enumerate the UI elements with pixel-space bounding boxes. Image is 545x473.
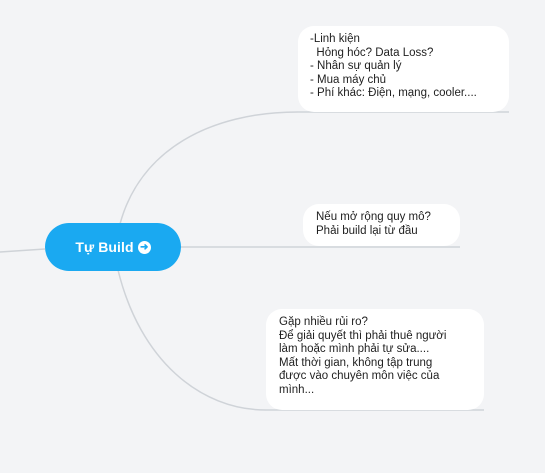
central-topic[interactable]: Tự Build ➜	[45, 223, 181, 271]
subtopic-text-line: được vào chuyên môn việc của	[279, 370, 440, 383]
subtopic-node[interactable]: -Linh kiện Hỏng hóc? Data Loss? - Nhân s…	[298, 26, 509, 112]
subtopic-text-line: - Phí khác: Điện, mạng, cooler....	[310, 87, 477, 100]
central-topic-label: Tự Build	[75, 239, 134, 255]
subtopic-text-line: Mất thời gian, không tập trung	[279, 356, 433, 369]
subtopic-text-line: Để giải quyết thì phải thuê người	[279, 329, 447, 342]
subtopic-node[interactable]: Nếu mở rộng quy mô? Phải build lại từ đầ…	[303, 204, 460, 246]
subtopic-text-line: mình...	[279, 383, 315, 396]
subtopic-text-line: làm hoặc mình phải tự sửa....	[279, 343, 430, 356]
parent-connector	[0, 248, 46, 253]
subtopic-text-line: Nếu mở rộng quy mô?	[316, 211, 431, 223]
subtopic-text-line: - Mua máy chủ	[310, 73, 387, 86]
subtopic-text-line: - Nhân sự quản lý	[310, 60, 402, 73]
subtopic-text-line: Phải build lại từ đầu	[316, 224, 418, 237]
subtopic-text-line: Gặp nhiều rủi ro?	[279, 316, 368, 328]
subtopic-node[interactable]: Gặp nhiều rủi ro? Để giải quyết thì phải…	[266, 309, 484, 410]
expand-arrow-icon[interactable]: ➜	[137, 240, 151, 254]
subtopic-text-line: -Linh kiện	[310, 33, 360, 45]
subtopic-text-line: Hỏng hóc? Data Loss?	[310, 46, 434, 59]
